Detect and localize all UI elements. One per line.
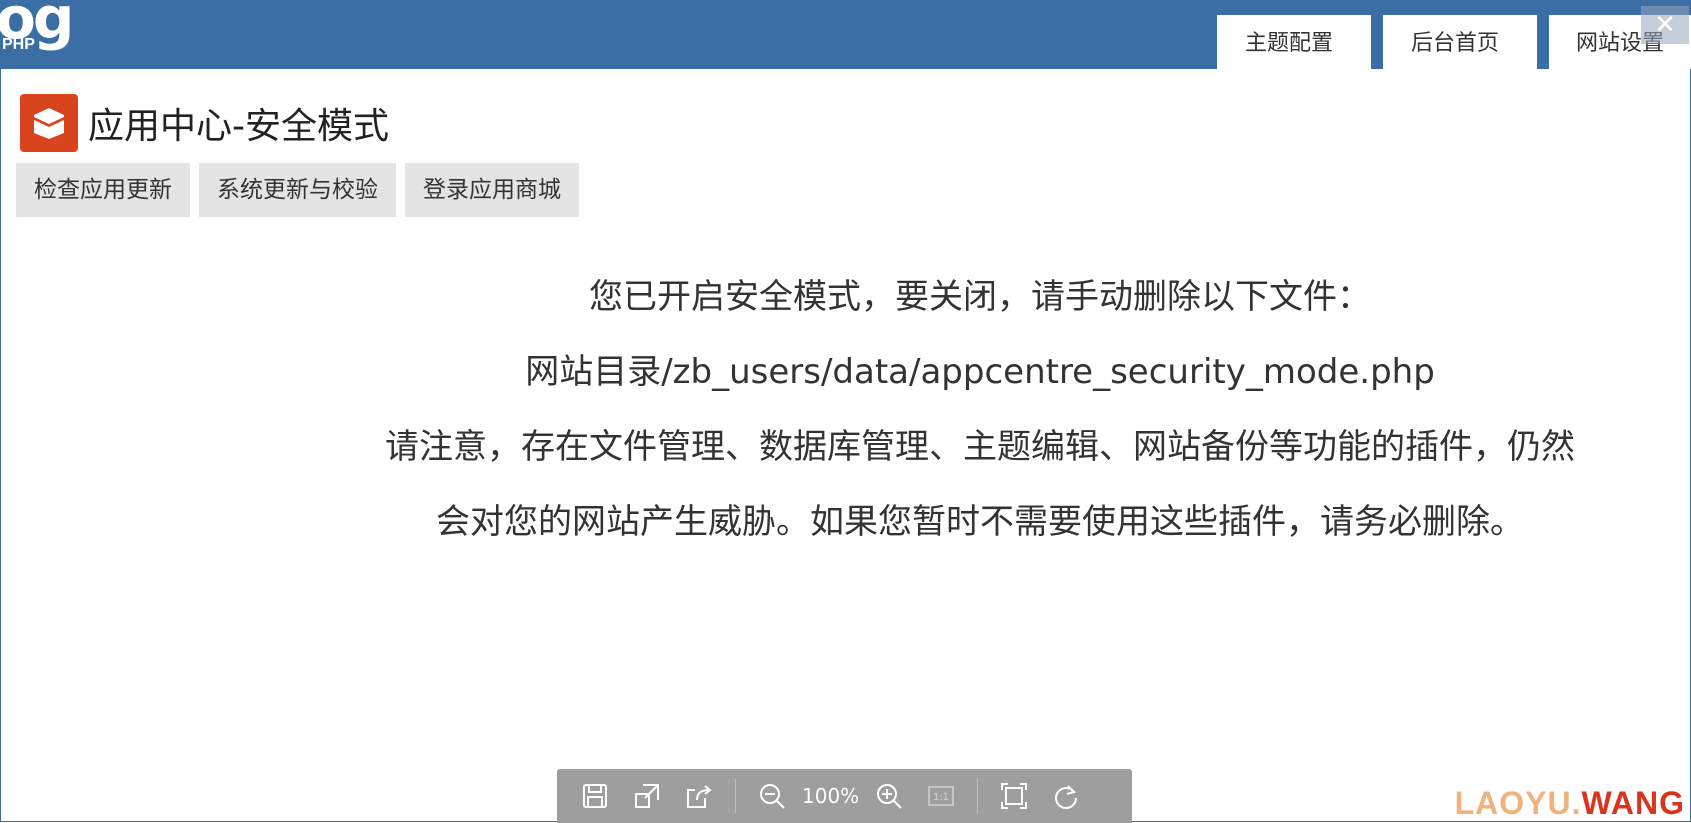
message-warning: 请注意，存在文件管理、数据库管理、主题编辑、网站备份等功能的插件，仍然会对您的网… bbox=[385, 427, 1575, 542]
message-file-path: 网站目录/zb_users/data/appcentre_security_mo… bbox=[525, 352, 1435, 392]
tab-theme-config[interactable]: 主题配置 bbox=[1217, 15, 1371, 69]
top-nav-tabs: 主题配置 后台首页 网站设置 bbox=[1217, 15, 1691, 69]
watermark: LAOYU.WANG bbox=[1455, 785, 1685, 822]
zoom-level: 100% bbox=[802, 784, 860, 808]
message-instruction: 您已开启安全模式，要关闭，请手动删除以下文件： bbox=[589, 277, 1371, 317]
top-header: og PHP 主题配置 后台首页 网站设置 ✕ bbox=[0, 0, 1691, 69]
check-app-updates-button[interactable]: 检查应用更新 bbox=[16, 163, 190, 217]
share-icon[interactable] bbox=[683, 780, 715, 812]
rotate-icon[interactable] bbox=[1050, 780, 1082, 812]
close-button[interactable]: ✕ bbox=[1641, 6, 1689, 44]
action-bar: 检查应用更新 系统更新与校验 登录应用商城 bbox=[16, 163, 579, 217]
close-icon: ✕ bbox=[1654, 10, 1676, 40]
page-title: 应用中心-安全模式 bbox=[88, 106, 389, 147]
app-center-icon bbox=[20, 94, 78, 152]
system-update-verify-button[interactable]: 系统更新与校验 bbox=[199, 163, 396, 217]
security-mode-message: 您已开启安全模式，要关闭，请手动删除以下文件： 网站目录/zb_users/da… bbox=[370, 260, 1590, 560]
zoom-out-icon[interactable] bbox=[756, 780, 788, 812]
login-app-store-button[interactable]: 登录应用商城 bbox=[405, 163, 579, 217]
zoom-in-icon[interactable] bbox=[873, 780, 905, 812]
actual-size-icon[interactable]: 1:1 bbox=[925, 780, 957, 812]
watermark-part-a: LAOYU. bbox=[1454, 785, 1582, 821]
logo-subtext: PHP bbox=[2, 36, 35, 53]
tab-admin-home[interactable]: 后台首页 bbox=[1383, 15, 1537, 69]
save-icon[interactable] bbox=[579, 780, 611, 812]
page-header: 应用中心-安全模式 bbox=[20, 93, 389, 153]
toolbar-divider bbox=[977, 779, 979, 813]
actual-size-label: 1:1 bbox=[933, 792, 949, 803]
image-viewer-toolbar: 100% 1:1 bbox=[557, 769, 1132, 823]
fullscreen-icon[interactable] bbox=[998, 780, 1030, 812]
resize-icon[interactable] bbox=[631, 780, 663, 812]
toolbar-divider bbox=[735, 779, 736, 813]
watermark-part-b: WANG bbox=[1581, 785, 1685, 821]
site-logo[interactable]: og PHP bbox=[0, 0, 74, 53]
